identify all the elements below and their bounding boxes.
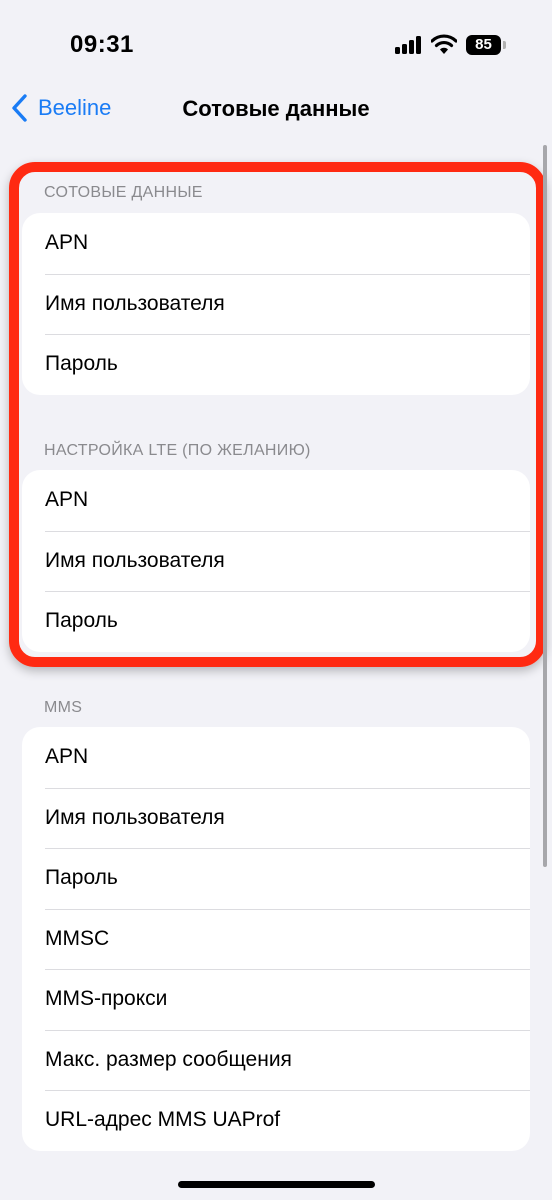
signal-icon [395, 36, 423, 54]
scrollbar[interactable] [543, 145, 547, 867]
battery-icon: 85 [466, 35, 506, 55]
screen: 09:31 85 Beeline Сотовые данные СОТОВЫЕ … [0, 0, 552, 1200]
row-mms-uaprof-url[interactable]: URL-адрес MMS UAProf [22, 1090, 530, 1151]
home-indicator[interactable] [178, 1181, 375, 1188]
row-apn[interactable]: APN [22, 213, 530, 274]
section-header-lte: НАСТРОЙКА LTE (ПО ЖЕЛАНИЮ) [44, 442, 311, 459]
row-password[interactable]: Пароль [22, 334, 530, 395]
row-lte-username[interactable]: Имя пользователя [22, 530, 530, 592]
row-lte-apn[interactable]: APN [22, 470, 530, 531]
section-header-cellular: СОТОВЫЕ ДАННЫЕ [44, 184, 203, 201]
nav-bar: Beeline Сотовые данные [0, 80, 552, 136]
settings-group-lte: APN Имя пользователя Пароль [22, 470, 530, 652]
row-mms-username[interactable]: Имя пользователя [22, 787, 530, 849]
row-mms-proxy[interactable]: MMS-прокси [22, 969, 530, 1030]
settings-group-mms: APN Имя пользователя Пароль MMSC MMS-про… [22, 727, 530, 1151]
row-mmsc[interactable]: MMSC [22, 908, 530, 970]
section-header-mms: MMS [44, 699, 83, 716]
page-title: Сотовые данные [182, 96, 370, 121]
row-lte-password[interactable]: Пароль [22, 591, 530, 652]
status-bar: 09:31 85 [0, 0, 552, 90]
row-max-message-size[interactable]: Макс. размер сообщения [22, 1029, 530, 1091]
settings-group-cellular: APN Имя пользователя Пароль [22, 213, 530, 395]
battery-level: 85 [475, 36, 492, 53]
wifi-icon [431, 34, 457, 54]
row-mms-password[interactable]: Пароль [22, 848, 530, 909]
row-username[interactable]: Имя пользователя [22, 273, 530, 335]
row-mms-apn[interactable]: APN [22, 727, 530, 788]
status-time: 09:31 [70, 31, 134, 58]
